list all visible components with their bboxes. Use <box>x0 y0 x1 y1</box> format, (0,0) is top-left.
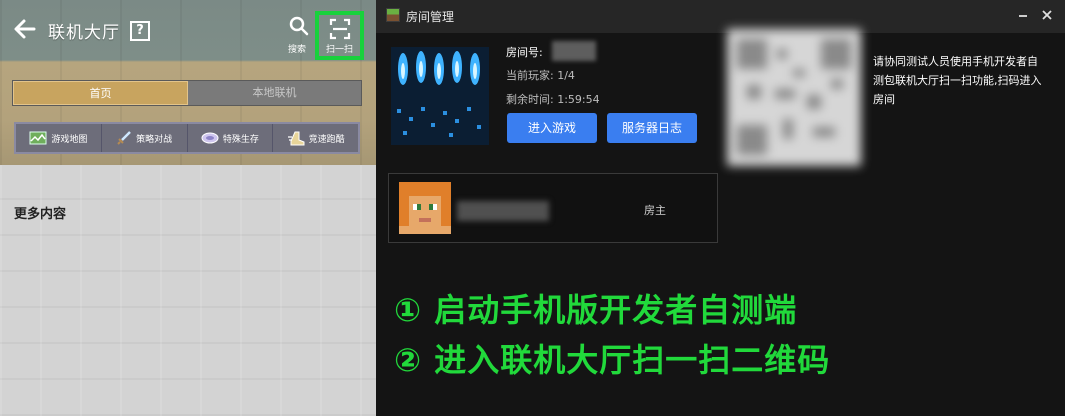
scan-button[interactable]: 扫一扫 <box>315 11 364 60</box>
room-management-dialog: 房间管理 房间号: 当前玩家: 1/4 剩余时间: 1:59:54 进入游戏 服… <box>376 0 1065 416</box>
scan-icon <box>329 18 350 40</box>
room-thumbnail <box>391 47 489 145</box>
survival-icon <box>201 132 219 144</box>
remaining-time: 剩余时间: 1:59:54 <box>506 93 600 106</box>
player-row: 房主 <box>388 173 718 243</box>
category-strategy-battle[interactable]: 策略对战 <box>102 124 188 152</box>
category-label: 游戏地图 <box>51 134 88 145</box>
lobby-title: 联机大厅 <box>48 23 120 43</box>
search-icon <box>289 16 309 36</box>
boot-icon <box>287 131 305 146</box>
category-parkour-race[interactable]: 竞速跑酷 <box>273 124 358 152</box>
dialog-title: 房间管理 <box>406 10 455 24</box>
lobby-tabs: 首页 本地联机 <box>12 80 362 106</box>
category-bar: 游戏地图 策略对战 特殊生存 竞速跑酷 <box>14 122 360 154</box>
host-badge: 房主 <box>644 204 666 217</box>
minimize-icon[interactable] <box>1016 8 1030 22</box>
search-button[interactable]: 搜索 <box>287 16 311 55</box>
more-content-title: 更多内容 <box>14 207 67 222</box>
back-arrow-icon[interactable] <box>12 16 38 42</box>
category-game-map[interactable]: 游戏地图 <box>16 124 102 152</box>
question-box-icon[interactable]: ? <box>130 21 150 41</box>
qr-code-image <box>727 29 861 166</box>
close-icon[interactable] <box>1040 8 1054 22</box>
tab-local-multiplayer[interactable]: 本地联机 <box>188 81 361 105</box>
qr-code <box>727 29 861 166</box>
join-game-button[interactable]: 进入游戏 <box>507 113 597 143</box>
instruction-step-1: ① 启动手机版开发者自测端 <box>394 291 798 329</box>
category-label: 特殊生存 <box>222 134 259 145</box>
category-label: 竞速跑酷 <box>308 134 345 145</box>
lobby-topbar: 联机大厅 ? 搜索 扫一扫 <box>0 0 376 62</box>
server-log-button[interactable]: 服务器日志 <box>607 113 697 143</box>
sword-icon <box>117 131 131 145</box>
player-name-redacted <box>457 201 549 221</box>
category-special-survival[interactable]: 特殊生存 <box>188 124 274 152</box>
map-icon <box>29 131 47 145</box>
qr-instructions: 请协同测试人员使用手机开发者自测包联机大厅扫一扫功能,扫码进入房间 <box>873 55 1042 106</box>
room-id-label: 房间号: <box>506 46 543 59</box>
current-players: 当前玩家: 1/4 <box>506 69 575 82</box>
app-logo-icon <box>386 8 400 22</box>
scan-label: 扫一扫 <box>325 45 353 55</box>
avatar-image <box>399 182 451 234</box>
dialog-header: 房间管理 <box>376 0 1065 33</box>
search-label: 搜索 <box>287 45 306 55</box>
lobby-panel: 联机大厅 ? 搜索 扫一扫 首页 本地联机 游戏地图 策略对战 特殊生存 竞速跑… <box>0 0 376 416</box>
tab-home[interactable]: 首页 <box>13 81 188 105</box>
instruction-step-2: ② 进入联机大厅扫一扫二维码 <box>394 341 831 379</box>
category-label: 策略对战 <box>136 134 173 145</box>
room-thumbnail-image <box>391 47 489 145</box>
room-id-redacted <box>552 41 596 61</box>
player-avatar <box>399 182 451 234</box>
